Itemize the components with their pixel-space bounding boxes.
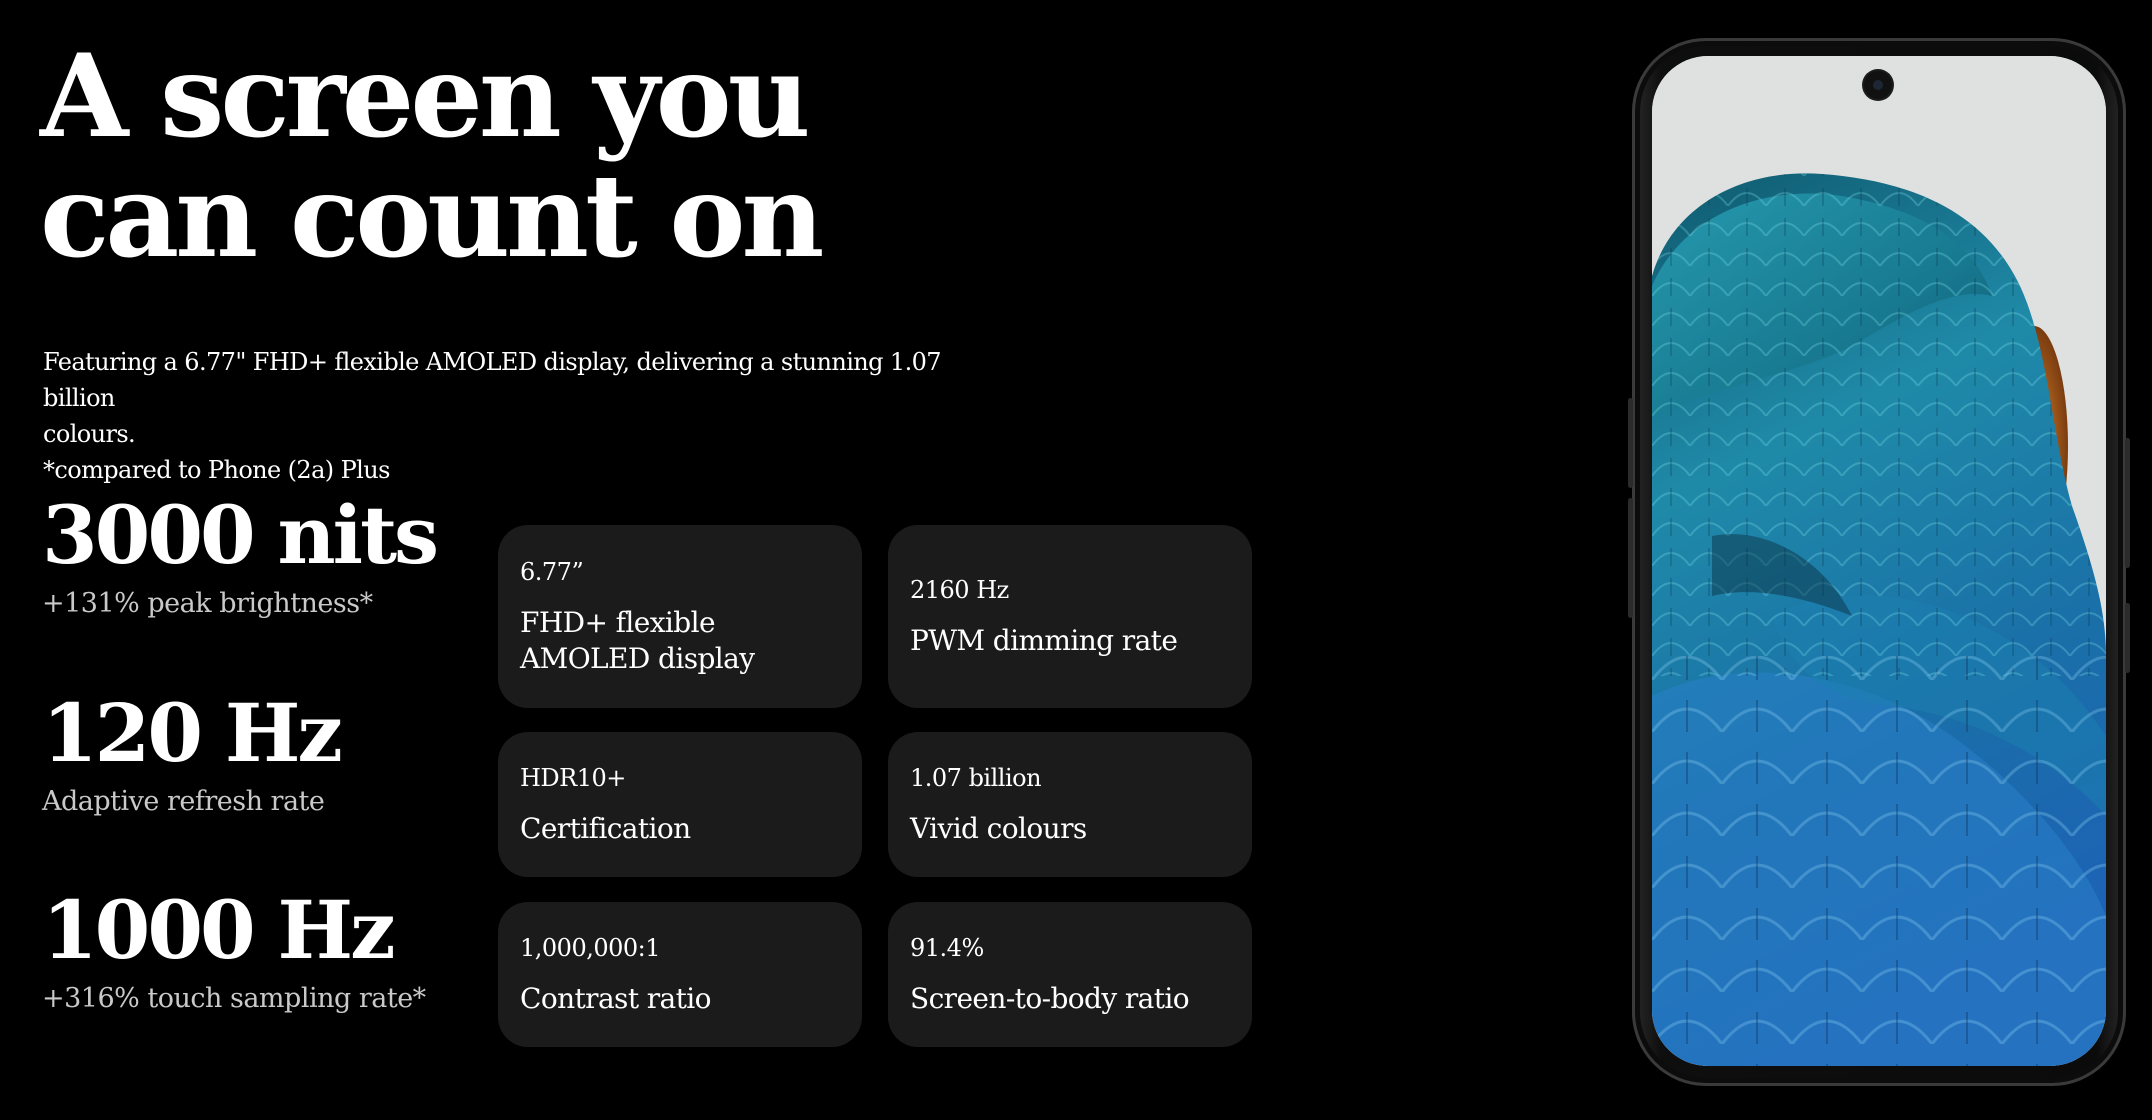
- spec-card-value: 91.4%: [910, 933, 984, 962]
- front-camera-icon: [1864, 71, 1892, 99]
- smartphone-image: [1628, 38, 2130, 1086]
- spec-card-value: 1,000,000:1: [520, 933, 661, 962]
- spec-card-pwm: 2160 Hz PWM dimming rate: [888, 525, 1252, 708]
- stat-refresh-rate: 120 Hz Adaptive refresh rate: [42, 688, 462, 820]
- spec-card-value: HDR10+: [520, 763, 626, 792]
- phone-side-button: [1628, 398, 1633, 488]
- spec-card-label: FHD+ flexible AMOLED display: [520, 605, 755, 675]
- spec-card-hdr: HDR10+ Certification: [498, 732, 862, 877]
- spec-card-display-size: 6.77” FHD+ flexible AMOLED display: [498, 525, 862, 708]
- intro-paragraph: Featuring a 6.77" FHD+ flexible AMOLED d…: [43, 344, 1003, 488]
- phone-side-button: [2125, 438, 2130, 568]
- spec-card-value: 6.77”: [520, 557, 584, 586]
- parrot-wallpaper-icon: [1652, 56, 2106, 1066]
- intro-line-2: colours.: [43, 420, 136, 448]
- headline-line-1: A screen you: [40, 29, 811, 163]
- stat-label: +131% peak brightness*: [42, 588, 373, 619]
- spec-card-screen-to-body: 91.4% Screen-to-body ratio: [888, 902, 1252, 1047]
- spec-card-colours: 1.07 billion Vivid colours: [888, 732, 1252, 877]
- spec-card-label: PWM dimming rate: [910, 623, 1178, 657]
- stat-value: 120 Hz: [42, 686, 343, 780]
- spec-card-value: 2160 Hz: [910, 575, 1009, 604]
- stat-value: 3000 nits: [42, 488, 439, 582]
- headline-line-2: can count on: [40, 149, 824, 283]
- spec-card-label: Contrast ratio: [520, 981, 712, 1015]
- stat-peak-brightness: 3000 nits +131% peak brightness*: [42, 490, 462, 622]
- phone-screen: [1652, 56, 2106, 1066]
- phone-side-button: [2125, 603, 2130, 673]
- spec-card-label: Vivid colours: [910, 811, 1087, 845]
- spec-card-contrast: 1,000,000:1 Contrast ratio: [498, 902, 862, 1047]
- stat-label: +316% touch sampling rate*: [42, 983, 426, 1014]
- spec-card-value: 1.07 billion: [910, 763, 1042, 792]
- intro-line-1: Featuring a 6.77" FHD+ flexible AMOLED d…: [43, 348, 942, 412]
- stat-label: Adaptive refresh rate: [42, 786, 325, 817]
- stat-touch-sampling: 1000 Hz +316% touch sampling rate*: [42, 885, 462, 1017]
- intro-footnote: *compared to Phone (2a) Plus: [43, 456, 390, 484]
- stat-value: 1000 Hz: [42, 883, 396, 977]
- page-title: A screen you can count on: [40, 29, 824, 283]
- spec-card-label: Certification: [520, 811, 691, 845]
- spec-card-label: Screen-to-body ratio: [910, 981, 1190, 1015]
- phone-side-button: [1628, 498, 1633, 618]
